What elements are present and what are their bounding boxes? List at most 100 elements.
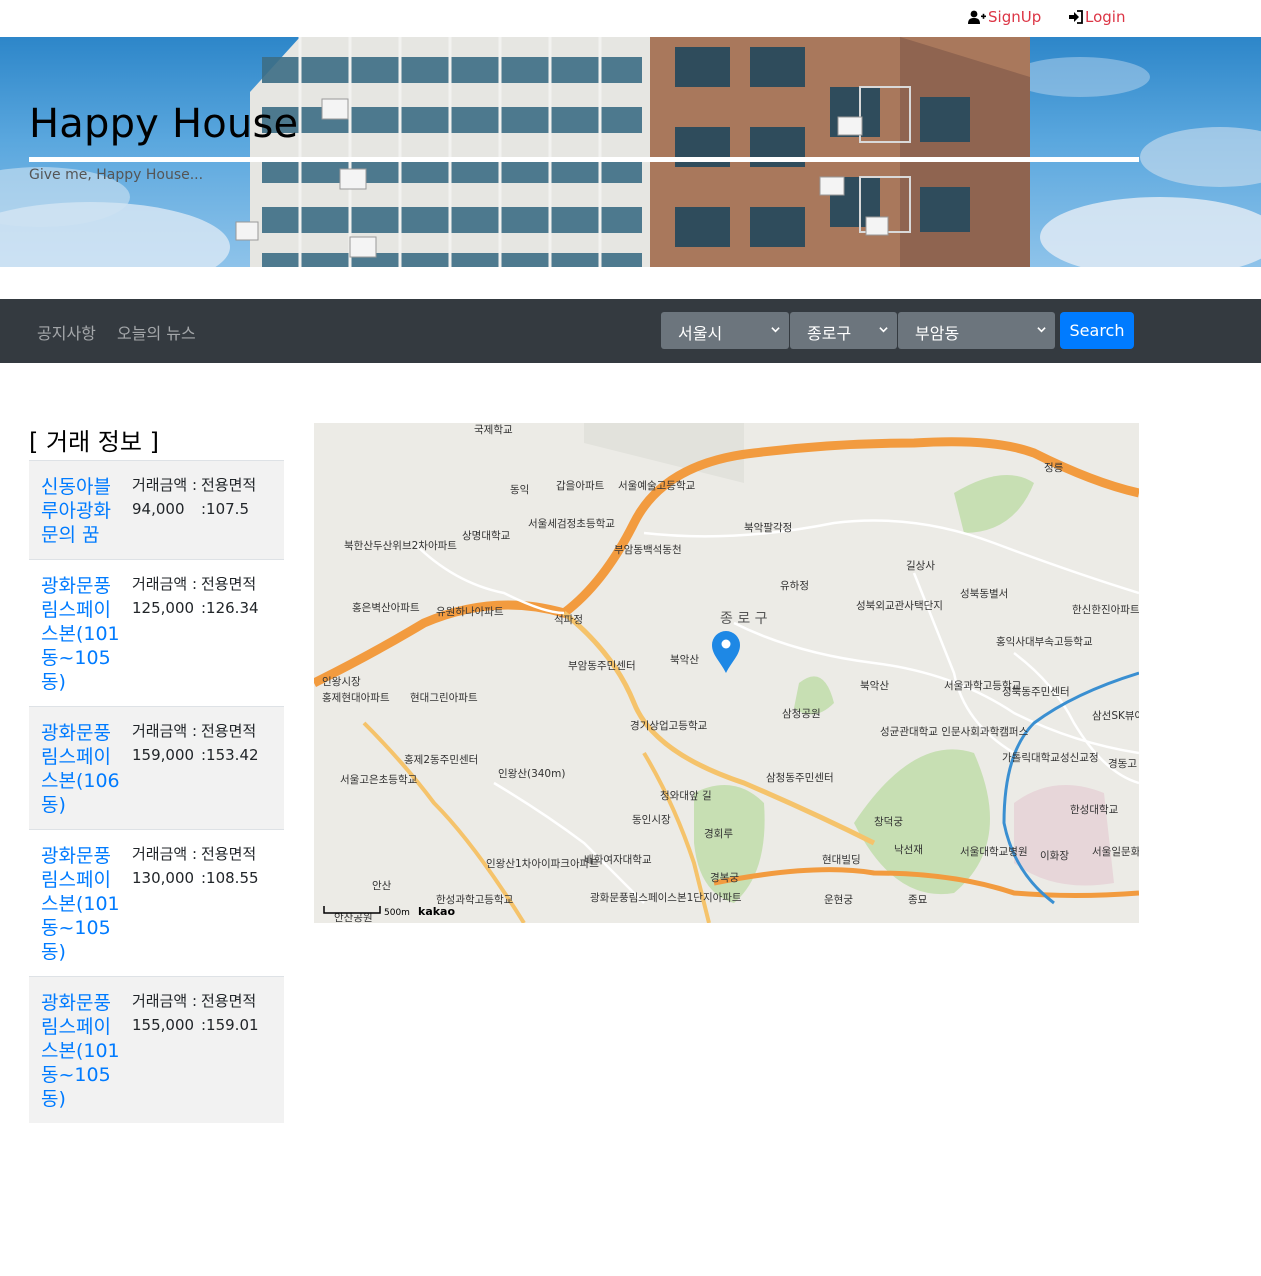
map-place-label: 삼청동주민센터 bbox=[766, 772, 834, 784]
chevron-down-icon bbox=[771, 327, 780, 333]
deal-row: 광화문풍림스페이스본(101동~105동) 거래금액 : 125,000 전용면… bbox=[29, 559, 284, 706]
chevron-down-icon bbox=[879, 327, 888, 333]
deal-price-value: 125,000 bbox=[132, 599, 195, 617]
map-park-area bbox=[1014, 785, 1114, 886]
map-place-label: 삼청공원 bbox=[782, 708, 821, 720]
deal-area-value: :108.55 bbox=[201, 869, 259, 887]
map-place-label: 북악팔각정 bbox=[744, 522, 792, 534]
site-subtitle: Give me, Happy House... bbox=[29, 167, 204, 183]
map-place-label: 정릉 bbox=[1044, 462, 1064, 474]
sign-in-icon bbox=[1069, 10, 1083, 24]
map-place-label: 인왕산(340m) bbox=[498, 768, 565, 780]
deal-price-label: 거래금액 : bbox=[132, 992, 198, 1010]
map-place-label: 홍익사대부속고등학교 bbox=[996, 635, 1093, 648]
map-road-major bbox=[362, 721, 526, 923]
map-park-area bbox=[954, 475, 1034, 533]
city-select[interactable]: 서울시 bbox=[661, 312, 789, 349]
deal-apt-name-link[interactable]: 신동아블루아광화문의 꿈 bbox=[41, 473, 121, 547]
deal-row: 광화문풍림스페이스본(101동~105동) 거래금액 : 130,000 전용면… bbox=[29, 829, 284, 976]
deal-apt-name-link[interactable]: 광화문풍림스페이스본(101동~105동) bbox=[41, 842, 121, 964]
map-place-label: 서울세검정초등학교 bbox=[528, 518, 615, 530]
gu-select[interactable]: 종로구 bbox=[790, 312, 897, 349]
map-place-label: 인왕시장 bbox=[322, 676, 361, 688]
map-place-label: 운현궁 bbox=[824, 894, 853, 906]
map-place-label: 현대빌딩 bbox=[822, 854, 861, 866]
deal-area-value: :159.01 bbox=[201, 1016, 259, 1034]
map-place-label: 성북동주민센터 bbox=[1002, 686, 1070, 698]
map-road-minor bbox=[493, 781, 645, 904]
map-place-label: 경동고 bbox=[1108, 757, 1137, 770]
map-place-label: 안산 bbox=[372, 880, 392, 892]
deal-price: 거래금액 : 155,000 bbox=[121, 989, 201, 1111]
map-road-minor bbox=[643, 519, 1139, 595]
map-canvas[interactable]: 종 로 구 국제학교동익 갑을아파트 서울예술고등학교상명대학교 서울세검정초등학교부… bbox=[314, 423, 1139, 923]
map-place-label: 갑을아파트 bbox=[556, 480, 605, 492]
deal-area: 전용면적 :108.55 bbox=[201, 842, 271, 964]
map-place-label: 서울예술고등학교 bbox=[618, 479, 696, 492]
map-location-pin[interactable] bbox=[712, 631, 740, 673]
map-place-label: 이화장 bbox=[1040, 850, 1069, 862]
map-park-area bbox=[584, 423, 744, 483]
map-place-label: 낙선재 bbox=[894, 844, 923, 856]
deal-list: 신동아블루아광화문의 꿈 거래금액 : 94,000 전용면적 :107.5 광… bbox=[29, 460, 284, 1123]
deal-area: 전용면적 :126.34 bbox=[201, 572, 271, 694]
map-scale-label: 500m bbox=[384, 908, 410, 918]
site-title: Happy House bbox=[29, 101, 299, 147]
map-place-label: 삼선SK뷰아파트 bbox=[1092, 710, 1139, 722]
deal-area: 전용면적 :159.01 bbox=[201, 989, 271, 1111]
map-place-label: 배화여자대학교 bbox=[584, 854, 652, 866]
map-place-label: 부암동백석동천 bbox=[614, 544, 682, 556]
deal-area-label: 전용면적 bbox=[201, 575, 257, 593]
map-place-label: 서울일문화고등학교 bbox=[1092, 845, 1139, 858]
map-place-label: 부암동주민센터 bbox=[568, 660, 636, 672]
deal-area-value: :107.5 bbox=[201, 500, 249, 518]
map-place-label: 성균관대학교 인문사회과학캠퍼스 bbox=[880, 726, 1029, 738]
map-place-label: 한성대학교 bbox=[1070, 804, 1119, 816]
map-place-label: 홍은벽산아파트 bbox=[352, 601, 420, 614]
map-place-label: 성북동별서 bbox=[960, 588, 1008, 600]
map-place-label: 경회루 bbox=[704, 827, 733, 840]
map-district-label: 종 로 구 bbox=[720, 611, 768, 627]
map-place-label: 홍제2동주민센터 bbox=[404, 753, 478, 766]
deal-price-label: 거래금액 : bbox=[132, 575, 198, 593]
map-place-label: 현대그린아파트 bbox=[410, 692, 478, 704]
deal-price-value: 130,000 bbox=[132, 869, 195, 887]
top-bar: SignUp Login bbox=[0, 0, 1261, 37]
deal-apt-name-link[interactable]: 광화문풍림스페이스본(101동~105동) bbox=[41, 572, 121, 694]
deal-price-value: 94,000 bbox=[132, 500, 185, 518]
deal-area-label: 전용면적 bbox=[201, 845, 257, 863]
deal-price-label: 거래금액 : bbox=[132, 476, 198, 494]
search-button[interactable]: Search bbox=[1060, 312, 1134, 349]
nav-news-link[interactable]: 오늘의 뉴스 bbox=[117, 320, 196, 344]
deal-apt-name-link[interactable]: 광화문풍림스페이스본(106동) bbox=[41, 719, 121, 817]
login-link[interactable]: Login bbox=[1069, 8, 1125, 26]
deal-area: 전용면적 :153.42 bbox=[201, 719, 271, 817]
kakao-logo: kakao bbox=[418, 905, 455, 918]
map-place-label: 석파정 bbox=[554, 614, 583, 626]
kakao-map[interactable]: 종 로 구 국제학교 동익 갑을아파트 서울예술고등학교 상명대학교 서울세검정초등학교 부… bbox=[314, 423, 1139, 923]
deal-area: 전용면적 :107.5 bbox=[201, 473, 271, 547]
deal-area-label: 전용면적 bbox=[201, 722, 257, 740]
deal-price: 거래금액 : 94,000 bbox=[121, 473, 201, 547]
chevron-down-icon bbox=[1037, 327, 1046, 333]
deal-area-label: 전용면적 bbox=[201, 476, 257, 494]
deal-price: 거래금액 : 130,000 bbox=[121, 842, 201, 964]
deal-price-label: 거래금액 : bbox=[132, 722, 198, 740]
map-place-label: 광화문풍림스페이스본1단지아파트 bbox=[590, 892, 742, 904]
login-label: Login bbox=[1085, 8, 1126, 26]
deal-price: 거래금액 : 159,000 bbox=[121, 719, 201, 817]
map-place-label: 국제학교 bbox=[474, 424, 513, 436]
map-place-label: 북악산 bbox=[670, 654, 699, 666]
nav-notice-link[interactable]: 공지사항 bbox=[37, 320, 96, 344]
signup-link[interactable]: SignUp bbox=[968, 8, 1041, 26]
deal-area-value: :126.34 bbox=[201, 599, 259, 617]
deal-row: 광화문풍림스페이스본(106동) 거래금액 : 159,000 전용면적 :15… bbox=[29, 706, 284, 829]
map-place-label: 서울고은초등학교 bbox=[340, 774, 418, 786]
dong-select[interactable]: 부암동 bbox=[898, 312, 1055, 349]
map-place-label: 경기상업고등학교 bbox=[630, 719, 708, 732]
deal-info-heading: [ 거래 정보 ] bbox=[29, 428, 159, 456]
deal-apt-name-link[interactable]: 광화문풍림스페이스본(101동~105동) bbox=[41, 989, 121, 1111]
deal-area-label: 전용면적 bbox=[201, 992, 257, 1010]
title-divider bbox=[29, 157, 1139, 162]
deal-row: 신동아블루아광화문의 꿈 거래금액 : 94,000 전용면적 :107.5 bbox=[29, 460, 284, 559]
